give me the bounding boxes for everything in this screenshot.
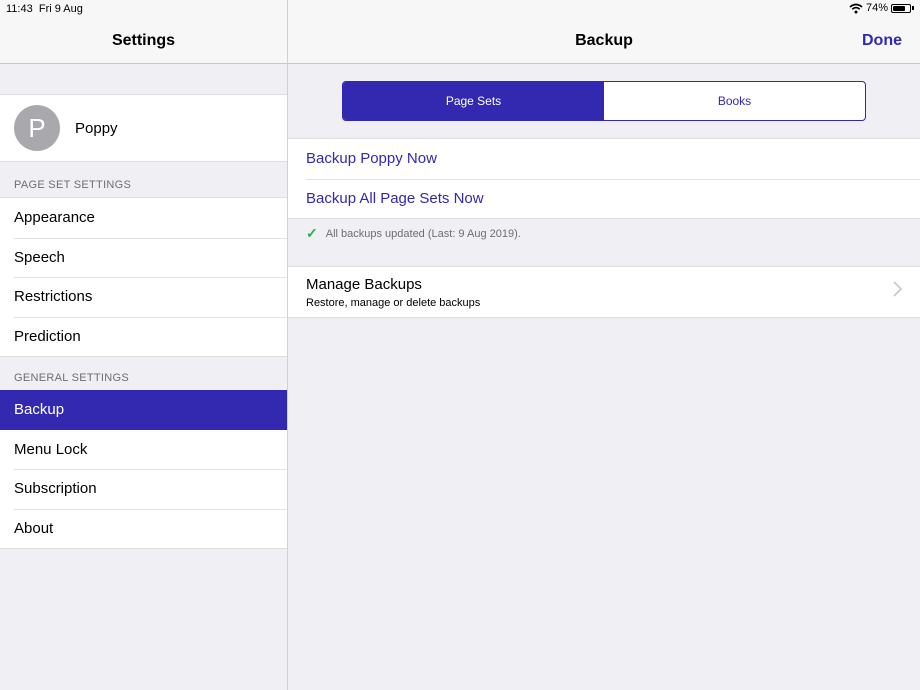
- wifi-icon: [849, 3, 863, 13]
- action-label: Backup Poppy Now: [306, 150, 437, 168]
- status-date: Fri 9 Aug: [38, 3, 83, 15]
- general-settings-group: Backup Menu Lock Subscription About: [0, 390, 287, 549]
- segmented-control: Page Sets Books: [342, 81, 866, 121]
- sidebar-item-label: About: [14, 519, 54, 537]
- battery-icon: [891, 3, 911, 13]
- sidebar-item-prediction[interactable]: Prediction: [0, 316, 287, 357]
- segment-page-sets[interactable]: Page Sets: [343, 82, 604, 120]
- segment-books[interactable]: Books: [604, 82, 865, 120]
- sidebar-item-subscription[interactable]: Subscription: [0, 469, 287, 509]
- sidebar-item-menu-lock[interactable]: Menu Lock: [0, 430, 287, 470]
- backup-all-page-sets-button[interactable]: Backup All Page Sets Now: [288, 178, 920, 219]
- profile-row[interactable]: P Poppy: [0, 94, 287, 162]
- page-set-settings-group: Appearance Speech Restrictions Predictio…: [0, 197, 287, 357]
- backup-status-note: ✓ All backups updated (Last: 9 Aug 2019)…: [306, 225, 521, 242]
- sidebar-item-speech[interactable]: Speech: [0, 237, 287, 278]
- status-clock: 11:43: [6, 3, 33, 15]
- sidebar-item-label: Subscription: [14, 480, 97, 498]
- battery-tip: [912, 6, 914, 10]
- manage-backups-title: Manage Backups: [306, 276, 422, 293]
- main-panel: Backup Done Page Sets Books Backup Poppy…: [288, 0, 920, 690]
- page-title: Backup: [575, 32, 633, 49]
- sidebar-item-label: Appearance: [14, 209, 95, 227]
- sidebar-item-backup[interactable]: Backup: [0, 390, 287, 430]
- sidebar-item-label: Restrictions: [14, 288, 93, 306]
- chevron-right-icon: [893, 281, 902, 297]
- sidebar-item-restrictions[interactable]: Restrictions: [0, 277, 287, 317]
- sidebar: Settings P Poppy PAGE SET SETTINGS Appea…: [0, 0, 288, 690]
- backup-poppy-now-button[interactable]: Backup Poppy Now: [288, 139, 920, 179]
- battery-level-fill: [893, 5, 905, 11]
- section-label-general: GENERAL SETTINGS: [14, 372, 130, 384]
- backup-actions-group: Backup Poppy Now Backup All Page Sets No…: [288, 138, 920, 219]
- sidebar-item-label: Menu Lock: [14, 440, 88, 458]
- status-bar: 11:43 Fri 9 Aug 74%: [0, 0, 920, 18]
- backup-status-text: All backups updated (Last: 9 Aug 2019).: [325, 227, 521, 240]
- sidebar-title: Settings: [111, 32, 176, 49]
- section-label-page-set: PAGE SET SETTINGS: [14, 179, 132, 191]
- manage-backups-row[interactable]: Manage Backups Restore, manage or delete…: [288, 266, 920, 318]
- sidebar-item-about[interactable]: About: [0, 508, 287, 549]
- action-label: Backup All Page Sets Now: [306, 189, 484, 207]
- battery-percent: 74%: [865, 2, 888, 14]
- manage-backups-subtitle: Restore, manage or delete backups: [306, 297, 481, 309]
- sidebar-item-label: Backup: [14, 401, 65, 419]
- status-indicators: 74%: [849, 2, 914, 14]
- done-button[interactable]: Done: [862, 32, 902, 50]
- sidebar-item-label: Speech: [14, 248, 65, 266]
- status-time: 11:43 Fri 9 Aug: [6, 3, 83, 15]
- sidebar-item-label: Prediction: [14, 327, 81, 345]
- avatar: P: [14, 105, 60, 151]
- checkmark-icon: ✓: [306, 225, 318, 241]
- sidebar-item-appearance[interactable]: Appearance: [0, 198, 287, 238]
- profile-name: Poppy: [75, 119, 118, 137]
